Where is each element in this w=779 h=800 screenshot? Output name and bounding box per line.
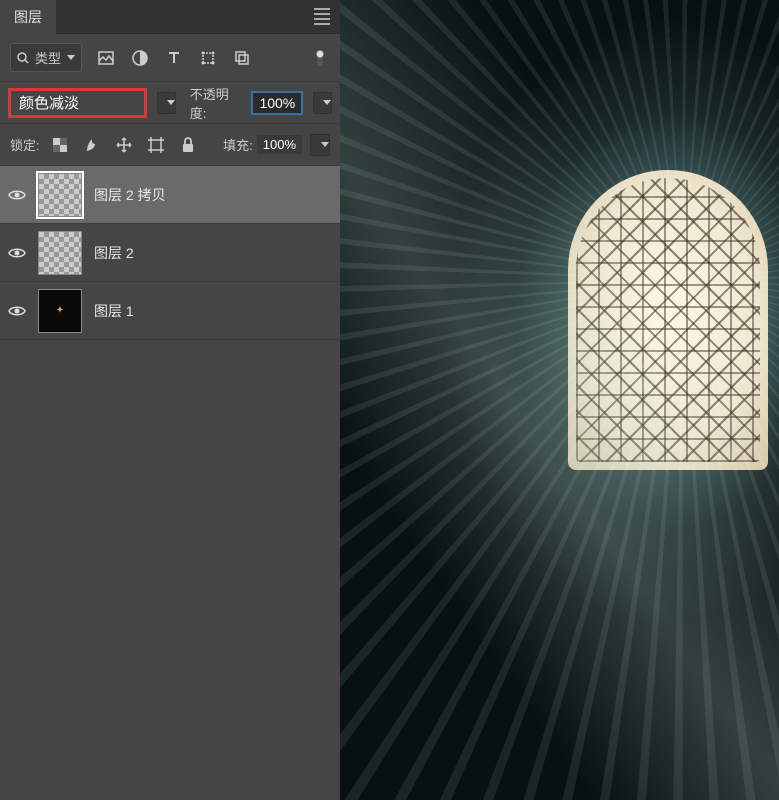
layer-name-label[interactable]: 图层 2 拷贝 (94, 185, 166, 205)
layers-list: 图层 2 拷贝图层 2 图层 1 (0, 166, 340, 800)
lock-transparency-icon[interactable] (50, 135, 70, 155)
layer-filter-toolbar: 类型 (0, 34, 340, 82)
chevron-down-icon (67, 55, 75, 60)
lock-artboard-icon[interactable] (146, 135, 166, 155)
blend-opacity-toolbar: 颜色减淡 不透明度: 100% (0, 82, 340, 124)
opacity-caret[interactable] (313, 92, 332, 114)
layer-thumbnail[interactable] (38, 231, 82, 275)
chevron-down-icon (323, 100, 331, 105)
visibility-eye-icon[interactable] (8, 186, 26, 204)
layer-row[interactable]: 图层 1 (0, 282, 340, 340)
layer-row[interactable]: 图层 2 拷贝 (0, 166, 340, 224)
layer-thumbnail[interactable] (38, 173, 82, 217)
lock-label: 锁定: (10, 135, 40, 154)
opacity-input[interactable]: 100% (251, 91, 303, 115)
filter-type-text-icon[interactable] (164, 48, 184, 68)
lock-fill-toolbar: 锁定: 填充: 100% (0, 124, 340, 166)
layer-name-label[interactable]: 图层 2 (94, 243, 134, 263)
layer-thumbnail[interactable] (38, 289, 82, 333)
light-rays (340, 0, 779, 800)
filter-adjustment-icon[interactable] (130, 48, 150, 68)
layers-panel: 图层 类型 颜色减淡 不透明度: 100% 锁定: (0, 0, 340, 800)
fill-input[interactable]: 100% (257, 135, 302, 154)
lock-image-icon[interactable] (82, 135, 102, 155)
blend-mode-dropdown[interactable]: 颜色减淡 (8, 88, 147, 118)
search-icon (17, 52, 29, 64)
panel-menu-icon[interactable] (314, 8, 330, 25)
filter-smart-icon[interactable] (232, 48, 252, 68)
filter-pixel-icon[interactable] (96, 48, 116, 68)
layer-name-label[interactable]: 图层 1 (94, 301, 134, 321)
opacity-label: 不透明度: (190, 84, 242, 122)
fill-value-text: 100% (263, 137, 296, 152)
filter-type-dropdown[interactable]: 类型 (10, 43, 82, 72)
fill-caret[interactable] (310, 134, 330, 156)
lock-all-icon[interactable] (178, 135, 198, 155)
visibility-eye-icon[interactable] (8, 302, 26, 320)
chevron-down-icon (321, 142, 329, 147)
panel-header: 图层 (0, 0, 340, 34)
filter-shape-icon[interactable] (198, 48, 218, 68)
lock-icons-group (50, 135, 198, 155)
blend-mode-value: 颜色减淡 (19, 92, 79, 113)
layer-row[interactable]: 图层 2 (0, 224, 340, 282)
blend-mode-caret[interactable] (157, 92, 176, 114)
fill-label: 填充: (223, 135, 253, 154)
filter-type-label: 类型 (35, 48, 61, 67)
panel-tab-layers[interactable]: 图层 (0, 0, 56, 35)
canvas-preview (340, 0, 779, 800)
fill-group: 填充: 100% (223, 134, 330, 156)
chevron-down-icon (167, 100, 175, 105)
filter-toggle-switch[interactable] (310, 48, 330, 68)
lock-position-icon[interactable] (114, 135, 134, 155)
visibility-eye-icon[interactable] (8, 244, 26, 262)
opacity-value: 100% (259, 95, 295, 111)
